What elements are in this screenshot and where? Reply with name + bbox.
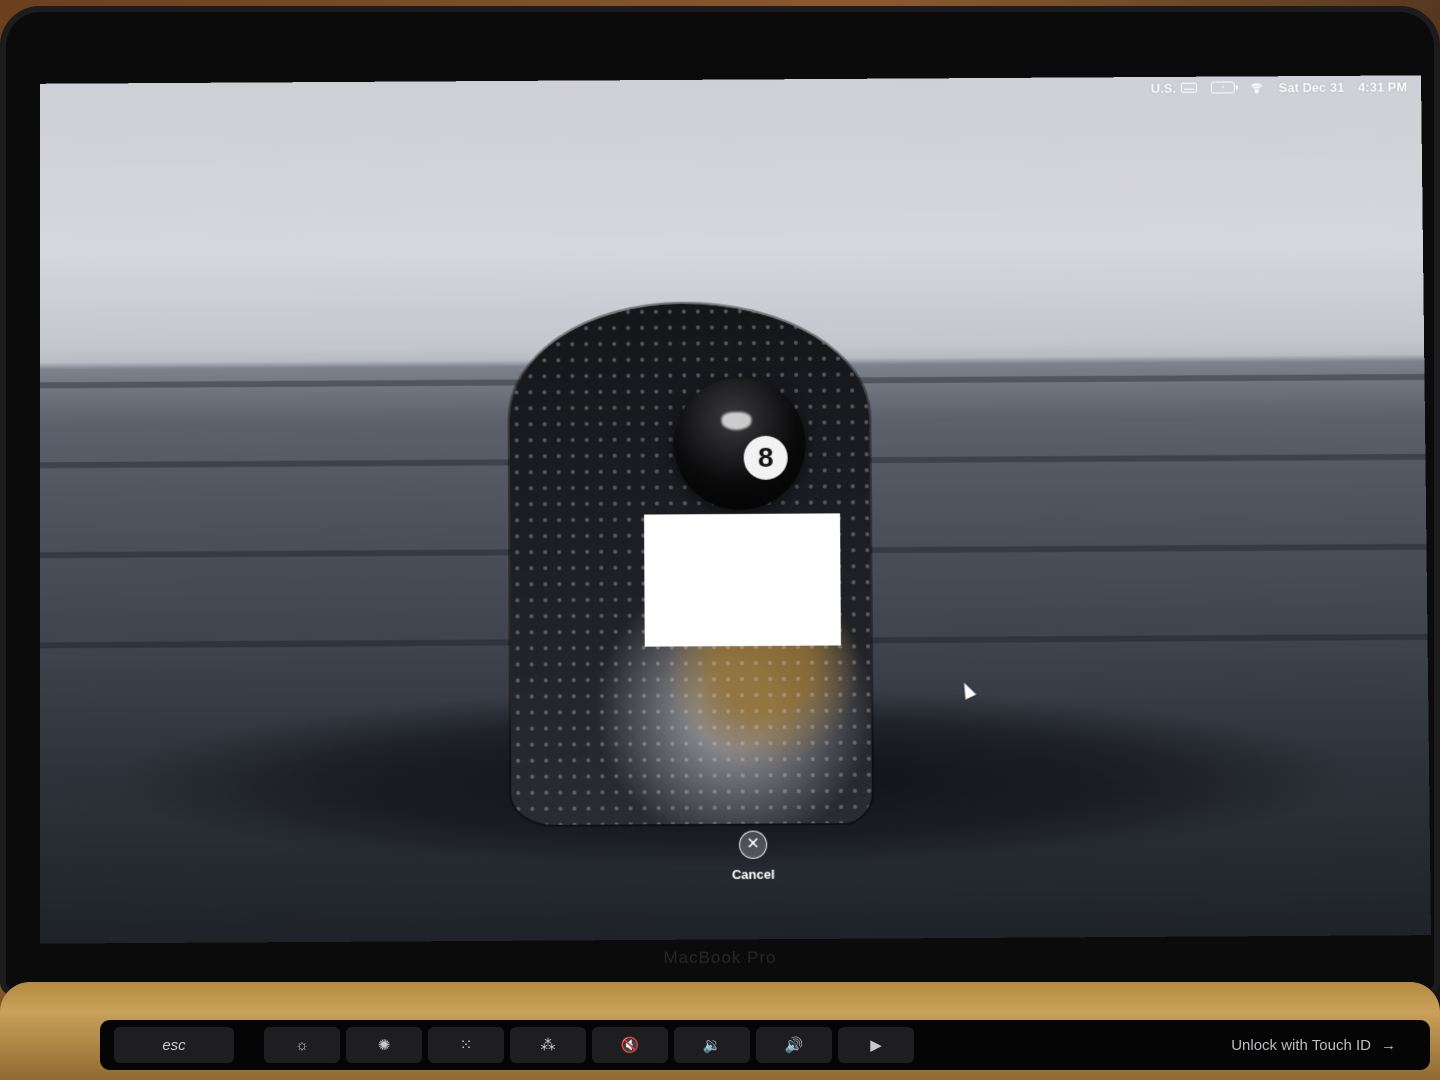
laptop-bezel: U.S. ⚡ Sat Dec 31 4:31 PM 8 ✕ Cancel Mac… <box>0 6 1440 996</box>
brightness-up-icon[interactable]: ✺ <box>346 1027 422 1063</box>
menu-bar: U.S. ⚡ Sat Dec 31 4:31 PM <box>1151 75 1408 98</box>
input-source-menu[interactable]: U.S. <box>1151 80 1197 95</box>
cancel-button[interactable]: ✕ Cancel <box>718 830 789 882</box>
user-avatar: 8 <box>673 377 807 511</box>
volume-up-icon[interactable]: 🔊 <box>756 1027 832 1063</box>
lock-screen: U.S. ⚡ Sat Dec 31 4:31 PM 8 ✕ Cancel <box>39 75 1432 944</box>
menubar-date: Sat Dec 31 <box>1278 79 1345 95</box>
menubar-time: 4:31 PM <box>1358 78 1408 95</box>
input-source-label: U.S. <box>1150 80 1177 96</box>
arrow-right-icon: → <box>1381 1036 1396 1054</box>
touch-id-unlock[interactable]: Unlock with Touch ID → <box>1231 1037 1416 1054</box>
eight-ball-number: 8 <box>743 435 788 480</box>
esc-key[interactable]: esc <box>114 1027 234 1063</box>
battery-charging-icon[interactable]: ⚡ <box>1210 81 1235 94</box>
bezel-brand-label: MacBook Pro <box>663 948 777 967</box>
close-circle-icon[interactable]: ✕ <box>738 830 768 859</box>
keyboard-backlight-up-icon[interactable]: ⁂ <box>510 1027 586 1063</box>
wifi-icon[interactable] <box>1248 81 1265 94</box>
redacted-username-password <box>644 513 841 647</box>
play-icon[interactable]: ▶ <box>838 1027 914 1063</box>
mute-icon[interactable]: 🔇 <box>592 1027 668 1063</box>
keyboard-icon <box>1180 82 1197 93</box>
volume-down-icon[interactable]: 🔉 <box>674 1027 750 1063</box>
touch-id-label: Unlock with Touch ID <box>1231 1036 1371 1054</box>
avatar-highlight <box>721 411 752 431</box>
cancel-label: Cancel <box>731 866 775 883</box>
brightness-down-icon[interactable]: ☼ <box>264 1027 340 1063</box>
touch-bar: esc ☼ ✺ ⁙ ⁂ 🔇 🔉 🔊 ▶ Unlock with Touch ID… <box>100 1020 1430 1070</box>
keyboard-backlight-down-icon[interactable]: ⁙ <box>428 1027 504 1063</box>
